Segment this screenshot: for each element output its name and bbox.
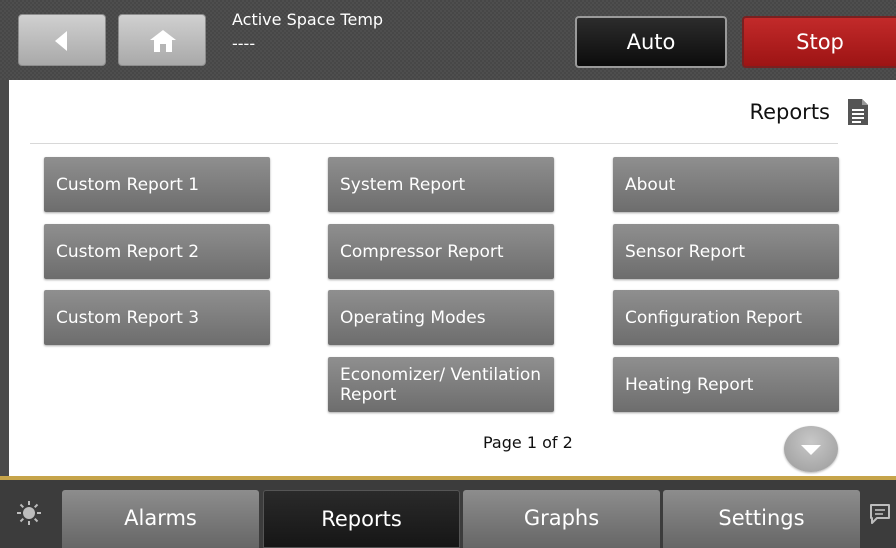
page-indicator: Page 1 of 2 <box>483 433 573 452</box>
tab-graphs[interactable]: Graphs <box>463 490 660 548</box>
back-arrow-icon <box>55 31 67 51</box>
home-icon <box>150 30 176 52</box>
tab-settings[interactable]: Settings <box>663 490 860 548</box>
configuration-report-button[interactable]: Configuration Report <box>613 290 839 345</box>
page-title: Reports <box>749 100 830 124</box>
stop-button[interactable]: Stop <box>742 16 896 68</box>
custom-report-3-button[interactable]: Custom Report 3 <box>44 290 270 345</box>
sun-icon[interactable] <box>16 500 42 526</box>
tab-alarms[interactable]: Alarms <box>62 490 259 548</box>
custom-report-1-button[interactable]: Custom Report 1 <box>44 157 270 212</box>
back-button[interactable] <box>18 14 106 66</box>
sensor-report-button[interactable]: Sensor Report <box>613 224 839 279</box>
chevron-down-icon <box>801 445 821 455</box>
auto-button[interactable]: Auto <box>575 16 727 68</box>
about-button[interactable]: About <box>613 157 839 212</box>
status-label: Active Space Temp <box>232 10 384 29</box>
custom-report-2-button[interactable]: Custom Report 2 <box>44 224 270 279</box>
system-report-button[interactable]: System Report <box>328 157 554 212</box>
status-value: ---- <box>232 34 256 53</box>
compressor-report-button[interactable]: Compressor Report <box>328 224 554 279</box>
document-icon <box>848 99 868 125</box>
operating-modes-button[interactable]: Operating Modes <box>328 290 554 345</box>
chat-icon[interactable] <box>868 502 892 526</box>
panel-frame <box>0 80 9 480</box>
tab-reports[interactable]: Reports <box>263 490 460 548</box>
home-button[interactable] <box>118 14 206 66</box>
heating-report-button[interactable]: Heating Report <box>613 357 839 412</box>
page-down-button[interactable] <box>784 426 838 472</box>
title-divider <box>30 143 838 144</box>
economizer-ventilation-report-button[interactable]: Economizer/ Ventilation Report <box>328 357 554 412</box>
